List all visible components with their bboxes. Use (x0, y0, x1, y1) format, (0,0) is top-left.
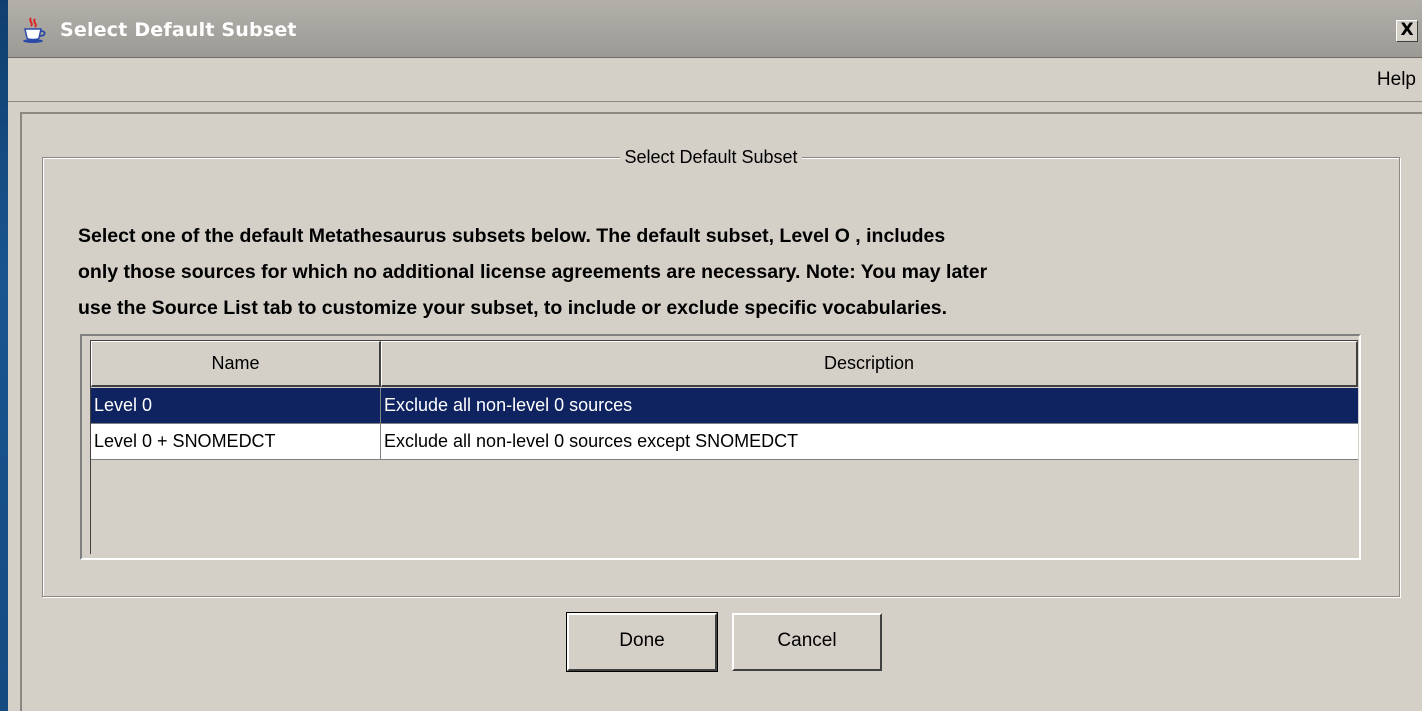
instructions-line: Select one of the default Metathesaurus … (78, 225, 946, 247)
title-bar[interactable]: Select Default Subset X (8, 0, 1422, 58)
table-row[interactable]: Level 0 Exclude all non-level 0 sources (91, 388, 1358, 424)
table-row[interactable]: Level 0 + SNOMEDCT Exclude all non-level… (91, 424, 1358, 460)
table-empty-area (91, 460, 1358, 554)
cell-description[interactable]: Exclude all non-level 0 sources (381, 388, 1358, 423)
done-button[interactable]: Done (566, 612, 718, 672)
instructions-text: Select one of the default Metathesaurus … (78, 218, 1328, 326)
table-header: Name Description (91, 341, 1358, 387)
column-header-name[interactable]: Name (91, 341, 381, 387)
instructions-line: only those sources for which no addition… (78, 261, 988, 283)
cell-description[interactable]: Exclude all non-level 0 sources except S… (381, 424, 1358, 459)
java-cup-icon (20, 16, 48, 44)
cancel-button[interactable]: Cancel (732, 613, 882, 671)
groupbox-title-text: Select Default Subset (620, 147, 802, 167)
cell-name[interactable]: Level 0 (91, 388, 381, 423)
close-icon[interactable]: X (1396, 20, 1418, 42)
instructions-line: use the Source List tab to customize you… (78, 297, 948, 319)
cell-name[interactable]: Level 0 + SNOMEDCT (91, 424, 381, 459)
window-title: Select Default Subset (60, 19, 297, 41)
menu-item-help[interactable]: Help (1377, 69, 1416, 91)
subset-table: Name Description Level 0 Exclude all non… (90, 340, 1358, 554)
column-header-description[interactable]: Description (381, 341, 1358, 387)
groupbox-title: Select Default Subset (0, 147, 1422, 168)
subset-table-scrollpane: Name Description Level 0 Exclude all non… (80, 334, 1361, 560)
menu-bar: Help (8, 58, 1422, 102)
